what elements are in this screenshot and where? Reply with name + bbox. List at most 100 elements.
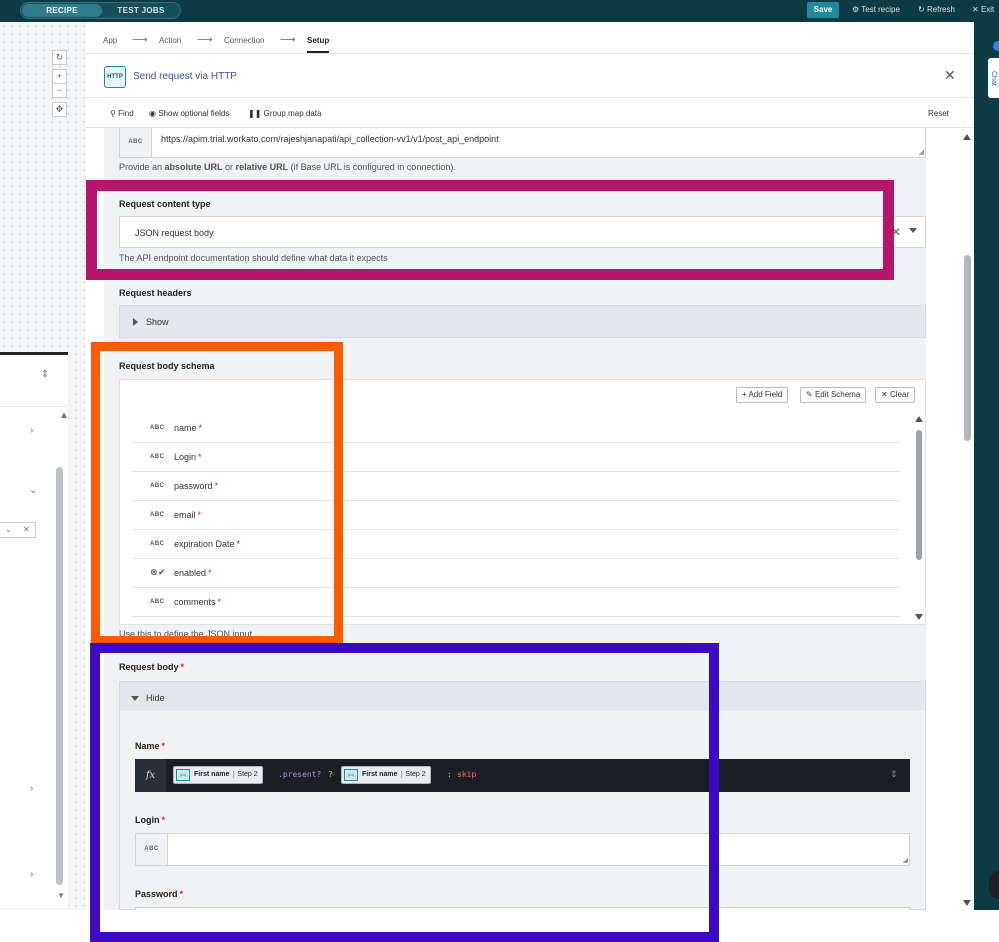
body-accordion[interactable]: Hide — [119, 681, 926, 714]
schema-field-row[interactable]: ABC expiration Date * — [132, 530, 900, 559]
test-recipe-button[interactable]: ⚙ Test recipe — [852, 5, 900, 14]
schema-field-row[interactable]: ABC comments * — [132, 588, 900, 617]
body-fields — [119, 711, 926, 910]
code-operator: : — [447, 770, 452, 779]
pause-icon: ❚❚ — [248, 109, 262, 118]
schema-label: Request body schema — [119, 361, 215, 371]
crumb-action[interactable]: Action — [159, 36, 181, 45]
test-jobs-toggle[interactable]: TEST JOBS — [103, 4, 179, 17]
required-marker: * — [198, 423, 203, 433]
right-sidebar — [974, 22, 999, 910]
action-link[interactable]: Send request — [133, 71, 193, 82]
test-recipe-label: Test recipe — [861, 5, 900, 14]
schema-field-row[interactable]: ABC Login * — [132, 443, 900, 472]
caret-right-icon — [133, 318, 138, 326]
url-hint: Provide an absolute URL or relative URL … — [119, 162, 456, 172]
scroll-down-icon[interactable]: ▼ — [57, 891, 65, 900]
form-content: ABC https://apim.trial.workato.com/rajes… — [104, 128, 926, 910]
breadcrumb: App ⟶ Action ⟶ Connection ⟶ Setup — [86, 28, 974, 54]
url-value: https://apim.trial.workato.com/rajeshjan… — [161, 134, 499, 144]
crumb-setup[interactable]: Setup — [307, 36, 329, 45]
zoom-out-icon[interactable]: − — [52, 83, 67, 98]
required-marker: * — [180, 662, 185, 672]
field-name: email — [174, 510, 196, 520]
resize-handle-icon[interactable]: ◢ — [919, 148, 924, 156]
group-map-button[interactable]: ❚❚ Group map data — [248, 109, 321, 118]
group-map-label: Group map data — [263, 109, 322, 118]
tools-bar: ⚲ Find ◉ Show optional fields ❚❚ Group m… — [86, 98, 974, 128]
crumb-connection[interactable]: Connection — [224, 36, 264, 45]
url-hint-post: (if Base URL is configured in connection… — [288, 162, 456, 172]
datapill-field: First name — [362, 771, 398, 778]
scroll-up-icon[interactable] — [963, 134, 971, 140]
chat-tab[interactable]: Chat — [988, 58, 999, 98]
scroll-down-icon[interactable] — [915, 614, 923, 620]
content-type-value: JSON request body — [135, 228, 214, 238]
refresh-label: Refresh — [926, 5, 955, 14]
recipe-toggle[interactable]: RECIPE — [22, 4, 102, 17]
add-field-button[interactable]: + Add Field — [736, 387, 789, 403]
show-optional-label: Show optional fields — [158, 109, 230, 118]
resize-icon[interactable]: ⇕ — [890, 769, 898, 780]
schema-field-row[interactable]: ABC email * — [132, 501, 900, 530]
active-tab-underline — [307, 51, 329, 53]
datapill[interactable]: {io} First name Step 2 — [341, 766, 431, 784]
close-icon[interactable]: ✕ — [944, 67, 956, 84]
resize-handle-icon[interactable]: ◢ — [903, 856, 908, 864]
save-button[interactable]: Save — [807, 2, 839, 18]
scrollbar[interactable] — [56, 467, 63, 885]
eye-icon: ◉ — [149, 109, 156, 118]
schema-field-row[interactable]: ABC name * — [132, 414, 900, 443]
datapill[interactable]: {io} First name Step 2 — [173, 766, 263, 784]
crumb-app[interactable]: App — [103, 36, 117, 45]
list-item: ⇕ — [0, 355, 68, 407]
refresh-button[interactable]: ↻ Refresh — [918, 5, 955, 14]
exit-button[interactable]: ✕ Exit — [972, 5, 994, 14]
name-label-text: Name — [135, 741, 160, 751]
url-input[interactable]: ABC https://apim.trial.workato.com/rajes… — [119, 128, 926, 158]
show-optional-button[interactable]: ◉ Show optional fields — [149, 109, 229, 118]
zoom-in-icon[interactable]: + — [52, 69, 67, 84]
login-input[interactable]: ABC ◢ — [135, 833, 910, 866]
sort-icon[interactable]: ⇕ — [41, 369, 49, 380]
content-type-select[interactable]: JSON request body ✕ — [119, 216, 926, 248]
chevron-down-icon[interactable] — [909, 228, 917, 233]
chevron-right-icon[interactable]: › — [30, 425, 33, 436]
scroll-down-icon[interactable] — [963, 900, 971, 906]
close-icon: ✕ — [881, 390, 888, 399]
chevron-down-icon: ⌄ — [5, 525, 12, 534]
fit-view-icon[interactable]: ✥ — [52, 102, 67, 117]
step-title: Send request via HTTP — [133, 71, 237, 82]
code-method: .present? — [278, 770, 322, 779]
http-app-icon: HTTP — [104, 66, 126, 88]
scroll-up-icon[interactable] — [915, 416, 923, 422]
schema-scrollbar[interactable] — [916, 430, 922, 560]
panel-scrollbar[interactable] — [964, 255, 971, 441]
schema-field-row[interactable]: ABC password * — [132, 472, 900, 501]
find-button[interactable]: ⚲ Find — [110, 109, 134, 118]
chevron-right-icon[interactable]: › — [30, 783, 33, 794]
reset-view-icon[interactable]: ↻ — [52, 50, 67, 65]
schema-field-row[interactable]: ⊗✔ enabled * — [132, 559, 900, 588]
close-icon[interactable]: ✕ — [23, 525, 30, 534]
chevron-down-icon[interactable]: ⌄ — [29, 485, 37, 496]
scroll-up-icon[interactable]: ▲ — [59, 410, 69, 421]
clear-schema-button[interactable]: ✕ Clear — [875, 387, 916, 403]
chevron-right-icon[interactable]: › — [30, 869, 33, 880]
filter-input[interactable]: ⌄ ✕ — [0, 522, 36, 538]
headers-accordion[interactable]: Show — [119, 305, 926, 338]
required-marker: * — [214, 481, 219, 491]
content-type-label: Request content type — [119, 199, 211, 209]
name-formula-input[interactable]: fx {io} First name Step 2 .present? ? {io}… — [135, 759, 910, 792]
reset-button[interactable]: Reset — [928, 109, 949, 118]
edit-schema-button[interactable]: ✎ Edit Schema — [800, 387, 867, 403]
clear-icon[interactable]: ✕ — [891, 225, 901, 239]
text-type-icon: ABC — [150, 425, 165, 431]
help-icon[interactable] — [989, 871, 999, 899]
required-marker: * — [197, 510, 202, 520]
body-label-text: Request body — [119, 662, 179, 672]
name-field-label: Name * — [135, 741, 165, 751]
password-label-text: Password — [135, 889, 178, 899]
boolean-type-icon: ⊗✔ — [150, 567, 167, 577]
app-link[interactable]: HTTP — [211, 71, 237, 82]
